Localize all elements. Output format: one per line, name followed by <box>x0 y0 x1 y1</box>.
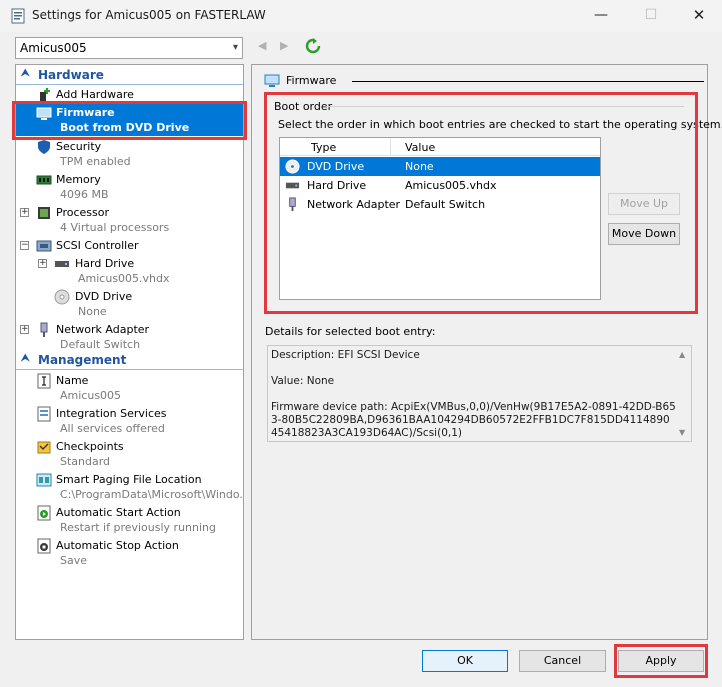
automatic-stop-icon <box>37 538 51 554</box>
boot-entry-details[interactable]: Description: EFI SCSI Device Value: None… <box>267 345 692 442</box>
shield-icon <box>38 140 50 154</box>
firmware-section-header: Firmware <box>264 73 704 89</box>
integration-services-icon <box>37 406 51 422</box>
sidebar-item-integration-services[interactable]: Integration Services All services offere… <box>16 404 243 437</box>
collapse-chevron-icon: ⮝ <box>21 353 30 364</box>
expand-icon[interactable]: + <box>20 325 29 334</box>
sidebar-item-hard-drive[interactable]: + Hard Drive Amicus005.vhdx <box>16 254 243 287</box>
forward-arrow-icon: ▶ <box>280 39 289 52</box>
refresh-icon[interactable] <box>305 38 321 54</box>
boot-order-highlight-box <box>264 92 698 314</box>
scroll-up-icon[interactable]: ▲ <box>679 350 685 359</box>
settings-app-icon <box>11 8 25 24</box>
sidebar-item-network-adapter[interactable]: + Network Adapter Default Switch <box>16 320 243 353</box>
back-arrow-icon: ◀ <box>258 39 267 52</box>
window-title: Settings for Amicus005 on FASTERLAW <box>32 8 266 22</box>
memory-icon <box>36 175 52 185</box>
maximize-button: ☐ <box>644 7 658 23</box>
close-button[interactable]: ✕ <box>676 0 722 32</box>
sidebar-item-smart-paging[interactable]: Smart Paging File Location C:\ProgramDat… <box>16 470 243 503</box>
vm-selector[interactable]: Amicus005 ▾ <box>15 37 243 59</box>
details-label: Details for selected boot entry: <box>265 325 436 338</box>
title-bar: Settings for Amicus005 on FASTERLAW — ☐ … <box>0 0 722 32</box>
settings-tree: ⮝ Hardware Add Hardware Firmware Boot fr… <box>15 64 244 640</box>
sidebar-item-name[interactable]: Name Amicus005 <box>16 371 243 404</box>
management-section-header[interactable]: ⮝ Management <box>16 352 243 370</box>
sidebar-item-memory[interactable]: Memory 4096 MB <box>16 170 243 203</box>
automatic-start-icon <box>37 505 51 521</box>
hardware-section-header[interactable]: ⮝ Hardware <box>16 67 243 85</box>
details-scrollbar[interactable]: ▲ ▼ <box>676 346 691 441</box>
sidebar-item-dvd-drive[interactable]: DVD Drive None <box>16 287 243 320</box>
processor-icon <box>38 207 50 219</box>
smart-paging-icon <box>36 473 52 487</box>
expand-icon[interactable]: + <box>20 208 29 217</box>
hard-drive-icon <box>55 261 69 267</box>
sidebar-item-automatic-start[interactable]: Automatic Start Action Restart if previo… <box>16 503 243 536</box>
sidebar-item-add-hardware[interactable]: Add Hardware <box>16 85 243 102</box>
apply-highlight-box <box>614 644 708 678</box>
expand-icon[interactable]: + <box>38 259 47 268</box>
network-adapter-icon <box>40 322 48 337</box>
minimize-button[interactable]: — <box>578 0 624 32</box>
firmware-highlight-box <box>12 101 247 140</box>
section-title: Firmware <box>286 74 337 87</box>
sidebar-item-security[interactable]: Security TPM enabled <box>16 137 243 170</box>
scsi-controller-icon <box>36 240 52 252</box>
checkpoints-icon <box>37 441 51 454</box>
section-divider <box>352 81 704 82</box>
sidebar-item-scsi-controller[interactable]: − SCSI Controller <box>16 236 243 254</box>
sidebar-item-checkpoints[interactable]: Checkpoints Standard <box>16 437 243 470</box>
sidebar-item-processor[interactable]: + Processor 4 Virtual processors <box>16 203 243 236</box>
sidebar-item-automatic-stop[interactable]: Automatic Stop Action Save <box>16 536 243 569</box>
collapse-icon[interactable]: − <box>20 241 29 250</box>
dvd-drive-icon <box>54 289 70 305</box>
details-text: Description: EFI SCSI Device Value: None… <box>271 349 676 439</box>
cancel-button[interactable]: Cancel <box>519 650 606 672</box>
ok-button[interactable]: OK <box>422 650 508 672</box>
name-icon <box>37 373 51 389</box>
scroll-down-icon[interactable]: ▼ <box>679 428 685 437</box>
collapse-chevron-icon: ⮝ <box>21 68 30 79</box>
vm-selector-value: Amicus005 <box>20 41 87 55</box>
firmware-icon <box>264 74 280 87</box>
chevron-down-icon: ▾ <box>232 42 238 53</box>
